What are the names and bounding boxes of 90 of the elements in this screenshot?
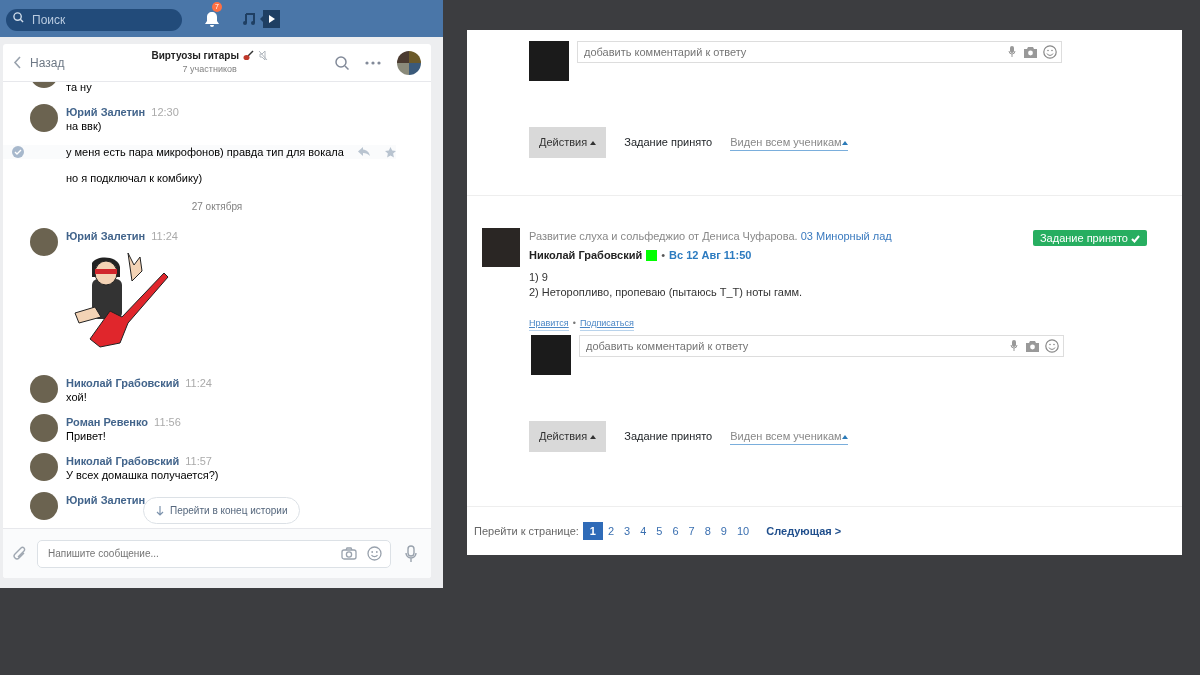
status-text: Задание принято: [624, 429, 713, 444]
course-title: Развитие слуха и сольфеджио от Дениса Чуфарова.: [529, 229, 798, 242]
user-photo: [531, 335, 571, 375]
caret-icon: [841, 434, 848, 439]
search-field[interactable]: Поиск: [6, 8, 182, 31]
message-text: у меня есть пара микрофонов) правда тип для вокала: [66, 145, 345, 159]
camera-icon[interactable]: [341, 547, 357, 560]
message-text: Привет!: [66, 429, 107, 443]
avatar[interactable]: [30, 375, 58, 403]
page-link[interactable]: 1: [582, 521, 603, 540]
page-link[interactable]: 5: [651, 521, 668, 540]
actions-dropdown[interactable]: Действия: [529, 421, 607, 452]
page-link[interactable]: 8: [699, 521, 716, 540]
microphone-icon[interactable]: [1008, 46, 1016, 58]
message-text: У всех домашка получается?): [66, 468, 220, 482]
check-circle-icon[interactable]: [12, 146, 24, 158]
group-avatar[interactable]: [397, 50, 421, 75]
user-photo: [529, 41, 569, 81]
author-name[interactable]: Роман Ревенко: [66, 416, 149, 428]
date-separator: 27 октября: [190, 200, 244, 214]
post-date[interactable]: Вс 12 Авг 11:50: [669, 247, 752, 264]
message-time: 11:24: [185, 377, 212, 389]
message-time: 11:56: [154, 416, 181, 428]
action-link[interactable]: Нравится: [529, 316, 569, 331]
visibility-dropdown[interactable]: Виден всем ученикам: [730, 427, 848, 445]
separator-dot: •: [572, 317, 576, 330]
author-name[interactable]: Николай Грабовский: [66, 377, 180, 389]
back-link[interactable]: Назад: [30, 53, 65, 72]
action-link[interactable]: Подписаться: [579, 316, 634, 331]
page-link[interactable]: 2: [603, 521, 620, 540]
microphone-icon[interactable]: [1010, 340, 1018, 352]
chat-title: Виртуозы гитары: [151, 49, 239, 64]
user-photo: [482, 227, 520, 267]
comment-box[interactable]: добавить комментарий к ответу: [579, 335, 1064, 357]
page-link[interactable]: 10: [732, 521, 755, 540]
actions-dropdown[interactable]: Действия: [529, 127, 607, 158]
message-text: на ввк): [66, 119, 103, 133]
bell-icon[interactable]: [204, 10, 220, 28]
separator-dot: •: [661, 248, 666, 263]
answer-text: 2) Неторопливо, пропеваю (пытаюсь T_T) ноты гамм.: [529, 284, 804, 300]
answer-text: 1) 9: [529, 269, 549, 285]
smiley-icon[interactable]: [1043, 45, 1057, 59]
reply-icon[interactable]: [358, 147, 370, 157]
down-arrow-icon: [156, 506, 164, 517]
guitar-icon: [242, 50, 254, 62]
status-text: Задание принято: [624, 135, 713, 150]
page-link[interactable]: 6: [667, 521, 684, 540]
message-time: 11:24: [151, 230, 178, 242]
message-text: хой!: [66, 390, 88, 404]
paperclip-icon[interactable]: [13, 545, 27, 562]
microphone-icon[interactable]: [405, 544, 417, 563]
pagination-label: Перейти к странице:: [474, 523, 579, 539]
visibility-dropdown[interactable]: Виден всем ученикам: [730, 133, 848, 151]
more-icon[interactable]: [365, 60, 381, 65]
accepted-badge: Задание принято: [1032, 229, 1147, 246]
page-link[interactable]: 7: [683, 521, 700, 540]
page-link[interactable]: 9: [715, 521, 732, 540]
message-text: та ну: [66, 82, 93, 94]
participants-count: 7 участников: [181, 63, 238, 77]
message-time: 12:30: [151, 106, 179, 118]
message-box[interactable]: Напишите сообщение...: [37, 539, 391, 568]
smiley-icon[interactable]: [367, 546, 382, 561]
author-name[interactable]: Николай Грабовский: [66, 455, 180, 467]
avatar[interactable]: [30, 492, 58, 520]
star-icon[interactable]: [385, 146, 396, 158]
author-name[interactable]: Юрий Залетин: [66, 494, 146, 506]
author-name[interactable]: Юрий Залетин: [66, 106, 146, 118]
author-name[interactable]: Николай Грабовский: [529, 247, 643, 264]
music-note-icon[interactable]: [242, 11, 256, 26]
author-name[interactable]: Юрий Залетин: [66, 230, 146, 242]
search-icon[interactable]: [335, 55, 349, 70]
lesson-link[interactable]: 03 Минорный лад: [800, 229, 892, 242]
checkmark-icon: [1131, 234, 1140, 243]
avatar[interactable]: [30, 104, 58, 132]
avatar[interactable]: [30, 453, 58, 481]
caret-icon: [590, 141, 597, 146]
comment-box[interactable]: добавить комментарий к ответу: [577, 41, 1062, 63]
next-page-link[interactable]: Следующая >: [766, 522, 842, 539]
page-link[interactable]: 3: [619, 521, 636, 540]
page-link[interactable]: 4: [635, 521, 652, 540]
play-icon[interactable]: [260, 9, 280, 28]
caret-icon: [841, 140, 848, 145]
message-time: 11:57: [185, 455, 212, 467]
camera-icon[interactable]: [1026, 340, 1039, 352]
avatar[interactable]: [30, 228, 58, 256]
smiley-icon[interactable]: [1045, 339, 1059, 353]
caret-icon: [590, 435, 597, 440]
avatar[interactable]: [30, 414, 58, 442]
camera-icon[interactable]: [1024, 46, 1037, 58]
message-text: но я подключал к комбику): [66, 171, 204, 185]
